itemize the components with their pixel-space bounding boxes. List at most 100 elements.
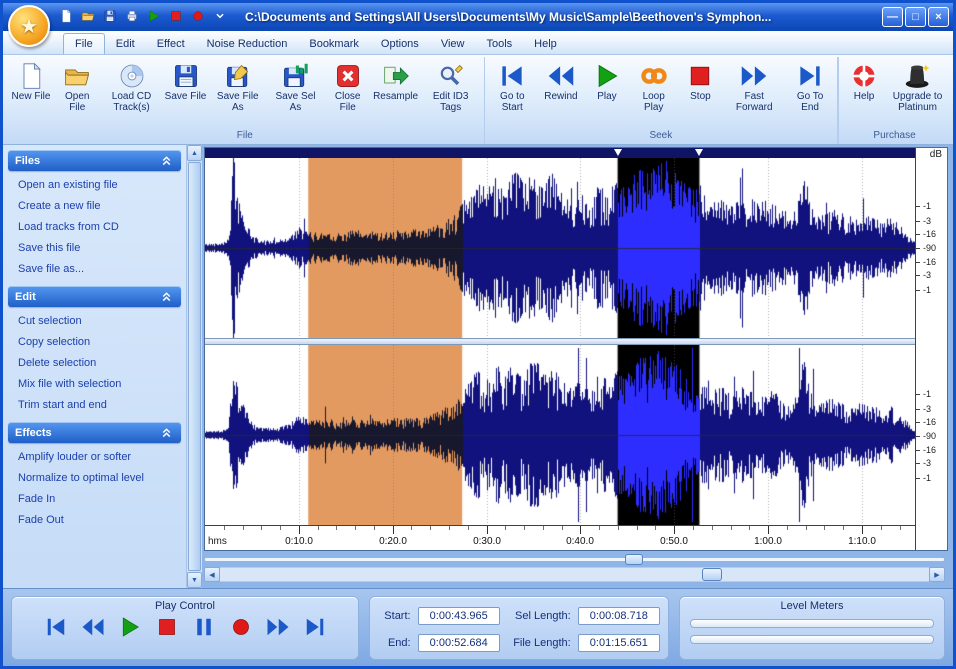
quick-access-toolbar	[57, 8, 229, 26]
waveform-right-channel[interactable]	[205, 345, 915, 525]
time-ruler[interactable]: hms 0:10.00:20.00:30.00:40.00:50.01:00.0…	[205, 525, 915, 550]
close-button[interactable]: ×	[928, 7, 949, 27]
minimize-button[interactable]: —	[882, 7, 903, 27]
menu-help[interactable]: Help	[523, 34, 568, 54]
level-meter-right	[690, 635, 934, 644]
collapse-chevron-icon[interactable]	[158, 153, 174, 169]
fast-forward-button[interactable]	[266, 615, 290, 642]
time-tick-major	[487, 526, 488, 534]
sidebar-section-files: Files Open an existing fileCreate a new f…	[8, 150, 181, 279]
sidebar-item-normalize-to-optimal-level[interactable]: Normalize to optimal level	[8, 467, 181, 488]
sidebar-item-amplify-louder-or-softer[interactable]: Amplify louder or softer	[8, 446, 181, 467]
play-button[interactable]: Play	[584, 57, 630, 129]
toolbar-group-caption-seek: Seek	[487, 129, 835, 144]
sidebar-section-edit: Edit Cut selectionCopy selectionDelete se…	[8, 286, 181, 415]
edit-id3-tags-button[interactable]: Edit ID3 Tags	[420, 57, 482, 129]
zoom-slider-track[interactable]	[204, 557, 945, 562]
save-file-as-button[interactable]: Save File As	[209, 57, 268, 129]
menu-view[interactable]: View	[430, 34, 476, 54]
sidebar-item-save-this-file[interactable]: Save this file	[8, 237, 181, 258]
sidebar-header-files[interactable]: Files	[8, 150, 181, 171]
sidebar-item-fade-out[interactable]: Fade Out	[8, 509, 181, 530]
resample-button[interactable]: Resample	[372, 57, 420, 129]
selection-marker-start[interactable]	[614, 149, 622, 156]
qat-print-button[interactable]	[123, 8, 141, 26]
qat-open-file-button[interactable]	[79, 8, 97, 26]
overview-strip[interactable]	[205, 148, 915, 158]
zoom-slider[interactable]	[204, 553, 945, 566]
load-cd-track-s-button[interactable]: Load CD Track(s)	[101, 57, 163, 129]
rewind-button[interactable]: Rewind	[538, 57, 584, 129]
zoom-slider-thumb[interactable]	[625, 554, 643, 565]
sidebar-header-effects[interactable]: Effects	[8, 422, 181, 443]
go-to-start-button[interactable]: Go to Start	[487, 57, 538, 129]
qat-save-button[interactable]	[101, 8, 119, 26]
fast-forward-button[interactable]: Fast Forward	[723, 57, 785, 129]
record-button[interactable]	[229, 615, 253, 642]
stop-button[interactable]: Stop	[677, 57, 723, 129]
time-tick-minor	[524, 526, 525, 530]
sidebar-item-mix-file-with-selection[interactable]: Mix file with selection	[8, 373, 181, 394]
sidebar-item-cut-selection[interactable]: Cut selection	[8, 310, 181, 331]
channel-splitter[interactable]	[205, 338, 915, 346]
new-file-icon	[17, 60, 45, 91]
sidebar-item-copy-selection[interactable]: Copy selection	[8, 331, 181, 352]
collapse-chevron-icon[interactable]	[158, 425, 174, 441]
sidebar-item-open-an-existing-file[interactable]: Open an existing file	[8, 174, 181, 195]
menu-file[interactable]: File	[63, 33, 105, 54]
sidebar-item-create-a-new-file[interactable]: Create a new file	[8, 195, 181, 216]
go-start-icon	[44, 615, 68, 642]
stop-button[interactable]	[155, 615, 179, 642]
open-file-button[interactable]: Open File	[54, 57, 101, 129]
qat-record-button[interactable]	[189, 8, 207, 26]
rewind-button[interactable]	[81, 615, 105, 642]
chevron-down-icon	[213, 9, 227, 26]
close-file-button[interactable]: Close File	[324, 57, 372, 129]
collapse-chevron-icon[interactable]	[158, 289, 174, 305]
scroll-up-icon[interactable]: ▲	[187, 145, 202, 161]
sidebar-header-edit[interactable]: Edit	[8, 286, 181, 307]
waveform-left-channel[interactable]	[205, 158, 915, 338]
menu-options[interactable]: Options	[370, 34, 430, 54]
db-label: -3	[923, 404, 931, 414]
maximize-button[interactable]: □	[905, 7, 926, 27]
scrollbar-thumb[interactable]	[188, 162, 201, 571]
menu-edit[interactable]: Edit	[105, 34, 146, 54]
hscroll-thumb[interactable]	[702, 568, 722, 581]
sidebar-item-save-file-as[interactable]: Save file as...	[8, 258, 181, 279]
db-tick	[916, 394, 920, 395]
qat-new-file-button[interactable]	[57, 8, 75, 26]
pause-icon	[192, 615, 216, 642]
sidebar-item-load-tracks-from-cd[interactable]: Load tracks from CD	[8, 216, 181, 237]
go-to-start-button[interactable]	[44, 615, 68, 642]
scroll-left-icon[interactable]: ◀	[204, 567, 220, 582]
go-to-end-button[interactable]	[303, 615, 327, 642]
scroll-right-icon[interactable]: ▶	[929, 567, 945, 582]
sidebar-scrollbar[interactable]: ▲ ▼	[186, 145, 202, 588]
hscroll-track[interactable]	[220, 567, 929, 582]
selection-marker-end[interactable]	[695, 149, 703, 156]
scroll-down-icon[interactable]: ▼	[187, 572, 202, 588]
menu-effect[interactable]: Effect	[146, 34, 196, 54]
qat-chevron-down-button[interactable]	[211, 8, 229, 26]
new-file-button[interactable]: New File	[8, 57, 54, 129]
loop-play-button[interactable]: Loop Play	[630, 57, 678, 129]
menu-noise-reduction[interactable]: Noise Reduction	[196, 34, 299, 54]
help-button[interactable]: Help	[841, 57, 887, 129]
menu-tools[interactable]: Tools	[475, 34, 523, 54]
sidebar-item-fade-in[interactable]: Fade In	[8, 488, 181, 509]
menu-bookmark[interactable]: Bookmark	[298, 34, 370, 54]
rewind-icon	[547, 60, 575, 91]
go-to-end-button[interactable]: Go To End	[785, 57, 835, 129]
app-logo-icon[interactable]: ★	[8, 5, 50, 47]
pause-button[interactable]	[192, 615, 216, 642]
qat-stop-button[interactable]	[167, 8, 185, 26]
qat-play-button[interactable]	[145, 8, 163, 26]
play-button[interactable]	[118, 615, 142, 642]
upgrade-to-platinum-button[interactable]: Upgrade to Platinum	[887, 57, 948, 129]
sidebar-item-delete-selection[interactable]: Delete selection	[8, 352, 181, 373]
save-sel-as-button[interactable]: Save Sel As	[267, 57, 324, 129]
save-file-button[interactable]: Save File	[163, 57, 209, 129]
sidebar-item-trim-start-and-end[interactable]: Trim start and end	[8, 394, 181, 415]
horizontal-scrollbar[interactable]: ◀ ▶	[204, 567, 945, 582]
